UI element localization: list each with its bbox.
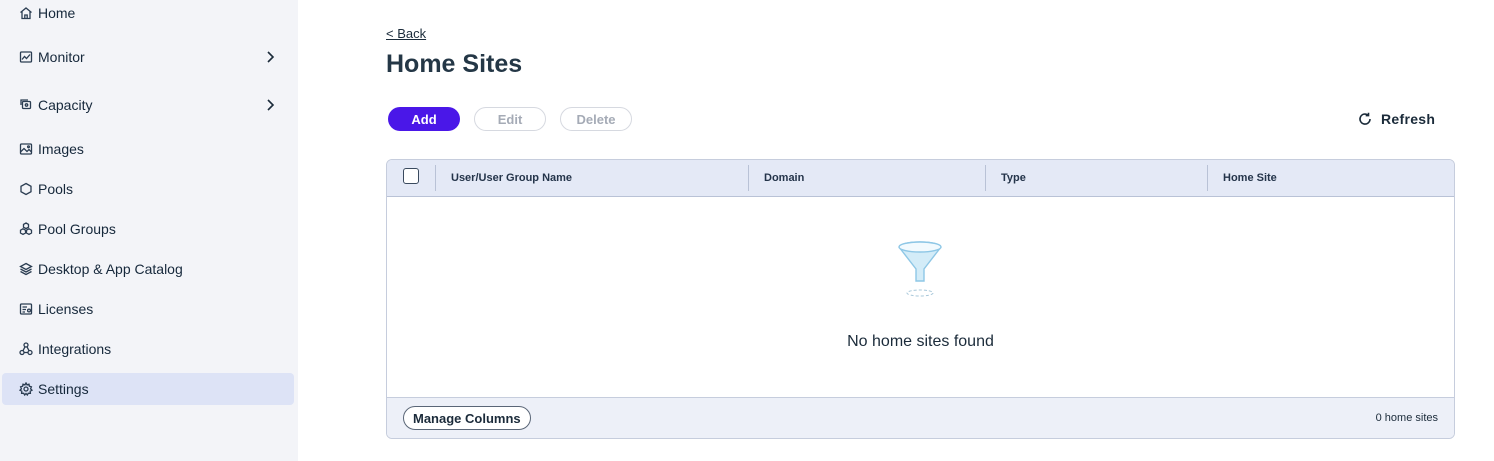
sidebar-item-images[interactable]: Images [2, 133, 294, 165]
page-title: Home Sites [386, 50, 523, 78]
sidebar-item-monitor[interactable]: Monitor [2, 41, 294, 73]
column-header-type[interactable]: Type [1001, 160, 1026, 196]
sidebar-item-home[interactable]: Home [2, 0, 294, 29]
refresh-icon [1359, 112, 1371, 125]
back-link[interactable]: < Back [386, 26, 426, 41]
sidebar: Home Monitor Capacity Images Pools Pool … [0, 0, 298, 461]
monitor-icon [18, 49, 34, 65]
chevron-right-icon [262, 49, 278, 65]
capacity-icon [18, 97, 34, 113]
column-header-home-site[interactable]: Home Site [1223, 160, 1277, 196]
chevron-right-icon [262, 97, 278, 113]
table-footer: Manage Columns 0 home sites [387, 397, 1454, 438]
licenses-icon [18, 301, 34, 317]
row-count: 0 home sites [1375, 412, 1438, 424]
sidebar-item-licenses[interactable]: Licenses [2, 293, 294, 325]
sidebar-item-capacity[interactable]: Capacity [2, 89, 294, 121]
edit-button[interactable]: Edit [474, 107, 546, 131]
sidebar-item-settings[interactable]: Settings [2, 373, 294, 405]
pools-icon [18, 181, 34, 197]
sidebar-item-label: Pools [38, 181, 74, 197]
sidebar-item-pools[interactable]: Pools [2, 173, 294, 205]
sidebar-item-label: Settings [38, 381, 89, 397]
sidebar-item-pool-groups[interactable]: Pool Groups [2, 213, 294, 245]
images-icon [18, 141, 34, 157]
manage-columns-button[interactable]: Manage Columns [403, 406, 531, 430]
sidebar-item-desktop-app-catalog[interactable]: Desktop & App Catalog [2, 253, 294, 285]
filter-funnel-icon [898, 241, 942, 297]
sidebar-item-label: Images [38, 141, 84, 157]
column-divider [1207, 165, 1208, 191]
empty-state: No home sites found [387, 197, 1454, 398]
sidebar-item-label: Capacity [38, 97, 93, 113]
column-header-user-group-name[interactable]: User/User Group Name [451, 160, 572, 196]
pool-groups-icon [18, 221, 34, 237]
column-divider [985, 165, 986, 191]
delete-button[interactable]: Delete [560, 107, 632, 131]
sidebar-item-integrations[interactable]: Integrations [2, 333, 294, 365]
sidebar-item-label: Home [38, 5, 76, 21]
catalog-icon [18, 261, 34, 277]
refresh-button[interactable]: Refresh [1357, 111, 1435, 127]
column-header-domain[interactable]: Domain [764, 160, 804, 196]
table-header: User/User Group Name Domain Type Home Si… [387, 160, 1454, 197]
sidebar-item-label: Integrations [38, 341, 112, 357]
column-divider [435, 165, 436, 191]
empty-state-message: No home sites found [847, 333, 994, 350]
select-all-checkbox[interactable] [403, 168, 419, 184]
gear-icon [18, 381, 34, 397]
column-divider [748, 165, 749, 191]
sidebar-item-label: Monitor [38, 49, 85, 65]
refresh-label: Refresh [1381, 111, 1436, 127]
sidebar-item-label: Desktop & App Catalog [38, 261, 183, 277]
integrations-icon [18, 341, 34, 357]
sidebar-item-label: Licenses [38, 301, 94, 317]
add-button[interactable]: Add [388, 107, 460, 131]
home-icon [18, 5, 34, 21]
sidebar-item-label: Pool Groups [38, 221, 116, 237]
home-sites-table: User/User Group Name Domain Type Home Si… [386, 159, 1455, 439]
